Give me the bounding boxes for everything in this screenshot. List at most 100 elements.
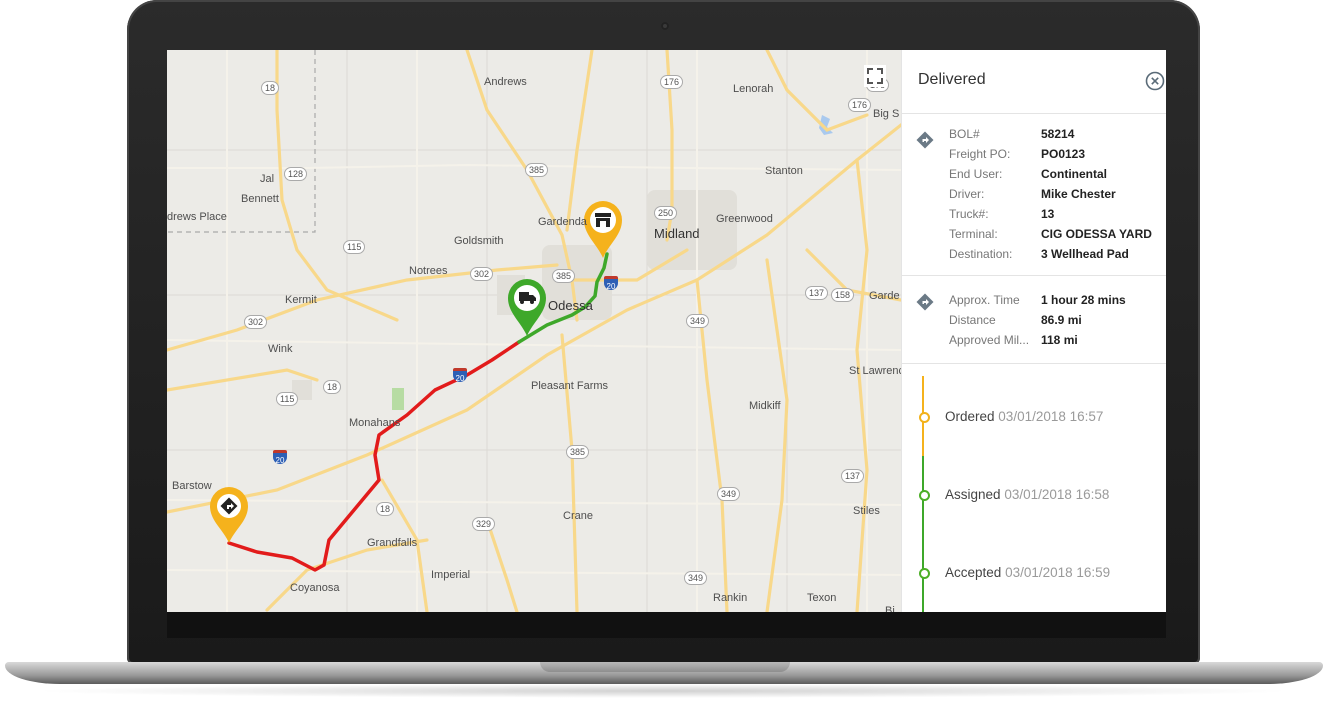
route-shield: 158	[831, 288, 855, 302]
place-label: Midkiff	[749, 400, 781, 412]
trip-value: 118 mi	[1041, 333, 1078, 347]
route-shield: 329	[472, 517, 496, 531]
place-label: Big S	[873, 108, 900, 120]
timeline-time: 03/01/2018 16:57	[998, 409, 1104, 424]
detail-value: 13	[1041, 207, 1055, 221]
timeline-status: Assigned	[945, 487, 1001, 502]
place-label: Pleasant Farms	[531, 380, 609, 392]
place-label: Odessa	[548, 298, 593, 313]
detail-label: Truck#:	[949, 207, 989, 221]
place-label: Andrews	[484, 76, 527, 88]
route-shield: 176	[848, 98, 872, 112]
route-shield: 302	[470, 267, 494, 281]
detail-value: 58214	[1041, 127, 1075, 141]
place-label: Grandfalls	[367, 537, 418, 549]
place-label: Rankin	[713, 592, 748, 604]
place-label: Notrees	[409, 265, 448, 277]
route-shield: 18	[261, 81, 280, 95]
place-label: Bennett	[241, 193, 279, 205]
place-label: Texon	[807, 592, 837, 604]
route-shield: 137	[841, 469, 865, 483]
laptop-shadow	[30, 684, 1296, 698]
timeline-time: 03/01/2018 16:59	[1005, 565, 1111, 580]
route-shield: 385	[566, 445, 590, 459]
route-shield: 385	[525, 163, 549, 177]
timeline-entry: Ordered 03/01/2018 16:57	[945, 409, 1103, 424]
status-timeline: Ordered 03/01/2018 16:57 Assigned 03/01/2…	[902, 363, 1166, 612]
place-label: Kermit	[285, 294, 317, 306]
detail-label: Driver:	[949, 187, 985, 201]
close-icon	[1145, 71, 1165, 91]
place-label: Wink	[268, 343, 293, 355]
interstate-shield: 20	[604, 276, 618, 291]
place-label: Imperial	[431, 569, 471, 581]
laptop-bezel	[167, 612, 1166, 638]
place-label: drews Place	[167, 211, 227, 223]
place-label: Coyanosa	[290, 582, 340, 594]
place-label: Monahans	[349, 417, 401, 429]
detail-value: 3 Wellhead Pad	[1041, 247, 1129, 261]
interstate-shield: 20	[273, 450, 287, 465]
detail-value: Continental	[1041, 167, 1107, 181]
timeline-dot	[919, 412, 930, 423]
route-shield: 128	[284, 167, 308, 181]
place-label: St Lawrenc	[849, 365, 901, 377]
timeline-dot	[919, 568, 930, 579]
route-shield: 250	[654, 206, 678, 220]
detail-label: BOL#	[949, 127, 980, 141]
timeline-status: Accepted	[945, 565, 1002, 580]
panel-title: Delivered	[918, 71, 986, 88]
app-screen: Andrews Lenorah Big S Stanton Jal Bennet…	[167, 50, 1166, 612]
origin-pin	[210, 487, 248, 543]
route-map[interactable]: Andrews Lenorah Big S Stanton Jal Bennet…	[167, 50, 901, 612]
direction-icon	[916, 293, 934, 311]
timeline-dot	[919, 490, 930, 501]
place-label: Gardenda	[538, 216, 587, 228]
map-roads	[167, 50, 901, 612]
detail-label: End User:	[949, 167, 1003, 181]
route-shield: 18	[376, 502, 395, 516]
interstate-shield: 20	[453, 368, 467, 383]
delivery-panel: Delivered BOL# 58214 Freight PO: PO0123 End …	[901, 50, 1166, 612]
detail-value: PO0123	[1041, 147, 1086, 161]
place-label: Stanton	[765, 165, 803, 177]
place-label: Crane	[563, 510, 593, 522]
route-shield: 18	[323, 380, 342, 394]
place-label: Bi	[885, 605, 895, 612]
place-label: Barstow	[172, 480, 212, 492]
place-label: Midland	[654, 226, 700, 241]
detail-label: Freight PO:	[949, 147, 1011, 161]
place-label: Jal	[260, 173, 275, 185]
route-shield: 115	[343, 240, 366, 254]
trip-label: Approved Mil...	[949, 333, 1030, 347]
direction-icon	[916, 131, 934, 149]
route-shield: 302	[244, 315, 268, 329]
timeline-entry: Assigned 03/01/2018 16:58	[945, 487, 1109, 502]
close-button[interactable]	[1145, 71, 1165, 91]
place-label: Lenorah	[733, 83, 774, 95]
route-shield: 349	[684, 571, 708, 585]
trip-value: 1 hour 28 mins	[1041, 293, 1126, 307]
trip-value: 86.9 mi	[1041, 313, 1082, 327]
place-label: Goldsmith	[454, 235, 504, 247]
webcam	[661, 22, 669, 30]
route-shield: 349	[717, 487, 741, 501]
route-shield: 137	[805, 286, 829, 300]
fullscreen-icon	[867, 68, 883, 84]
timeline-entry: Accepted 03/01/2018 16:59	[945, 565, 1110, 580]
detail-label: Destination:	[949, 247, 1013, 261]
route-shield: 385	[552, 269, 576, 283]
place-label: Stiles	[853, 505, 880, 517]
fullscreen-button[interactable]	[864, 65, 886, 87]
route-shield: 176	[660, 75, 684, 89]
trip-label: Approx. Time	[949, 293, 1020, 307]
shipment-details: BOL# 58214 Freight PO: PO0123 End User: Conti…	[902, 113, 1166, 276]
trip-summary: Approx. Time 1 hour 28 mins Distance 86.9 m…	[902, 275, 1166, 364]
timeline-status: Ordered	[945, 409, 995, 424]
trip-label: Distance	[949, 313, 996, 327]
detail-value: CIG ODESSA YARD	[1041, 227, 1152, 241]
route-shield: 115	[276, 392, 299, 406]
timeline-time: 03/01/2018 16:58	[1004, 487, 1110, 502]
detail-label: Terminal:	[949, 227, 998, 241]
place-label: Garde	[869, 290, 900, 302]
